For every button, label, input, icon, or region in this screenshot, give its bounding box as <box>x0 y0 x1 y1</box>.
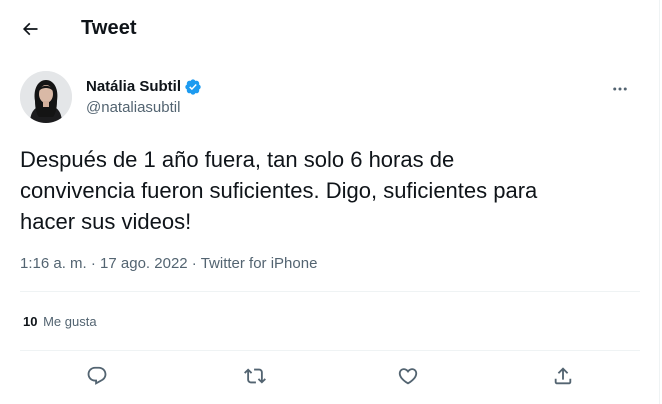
avatar[interactable] <box>20 71 72 123</box>
avatar-image <box>20 71 72 123</box>
tweet-meta: 1:16 a. m. · 17 ago. 2022 · Twitter for … <box>20 254 317 274</box>
page-header: Tweet <box>0 0 660 58</box>
tweet-page: Tweet Natália Subtil @nataliasubtil Desp… <box>0 0 660 404</box>
share-icon <box>554 367 572 385</box>
tweet-source[interactable]: Twitter for iPhone <box>201 255 318 272</box>
more-horizontal-icon <box>613 87 627 91</box>
tweet-date[interactable]: 17 ago. 2022 <box>100 255 188 272</box>
likes-stat[interactable]: 10 Me gusta <box>23 313 97 331</box>
share-button[interactable] <box>545 358 581 394</box>
reply-icon <box>87 366 107 385</box>
verified-badge-icon <box>184 78 202 96</box>
heart-icon <box>398 368 418 385</box>
name-row: Natália Subtil <box>86 77 202 97</box>
divider <box>20 350 640 351</box>
tweet-text: Después de 1 año fuera, tan solo 6 horas… <box>20 147 538 234</box>
tweet-time[interactable]: 1:16 a. m. <box>20 255 87 272</box>
more-options-button[interactable] <box>606 75 634 103</box>
likes-count: 10 <box>23 314 38 329</box>
retweet-icon <box>244 368 266 384</box>
reply-button[interactable] <box>79 358 115 394</box>
likes-label: Me gusta <box>43 314 97 329</box>
meta-separator: · <box>187 255 201 272</box>
like-button[interactable] <box>390 358 426 394</box>
display-name[interactable]: Natália Subtil <box>86 77 181 97</box>
divider <box>20 291 640 292</box>
user-handle[interactable]: @nataliasubtil <box>86 98 180 118</box>
tweet-author: Natália Subtil @nataliasubtil <box>20 71 640 125</box>
meta-separator: · <box>86 255 101 272</box>
retweet-button[interactable] <box>237 358 273 394</box>
back-button[interactable] <box>12 11 48 47</box>
arrow-left-icon <box>22 22 38 36</box>
page-title: Tweet <box>81 17 137 39</box>
tweet-actions <box>20 358 640 394</box>
